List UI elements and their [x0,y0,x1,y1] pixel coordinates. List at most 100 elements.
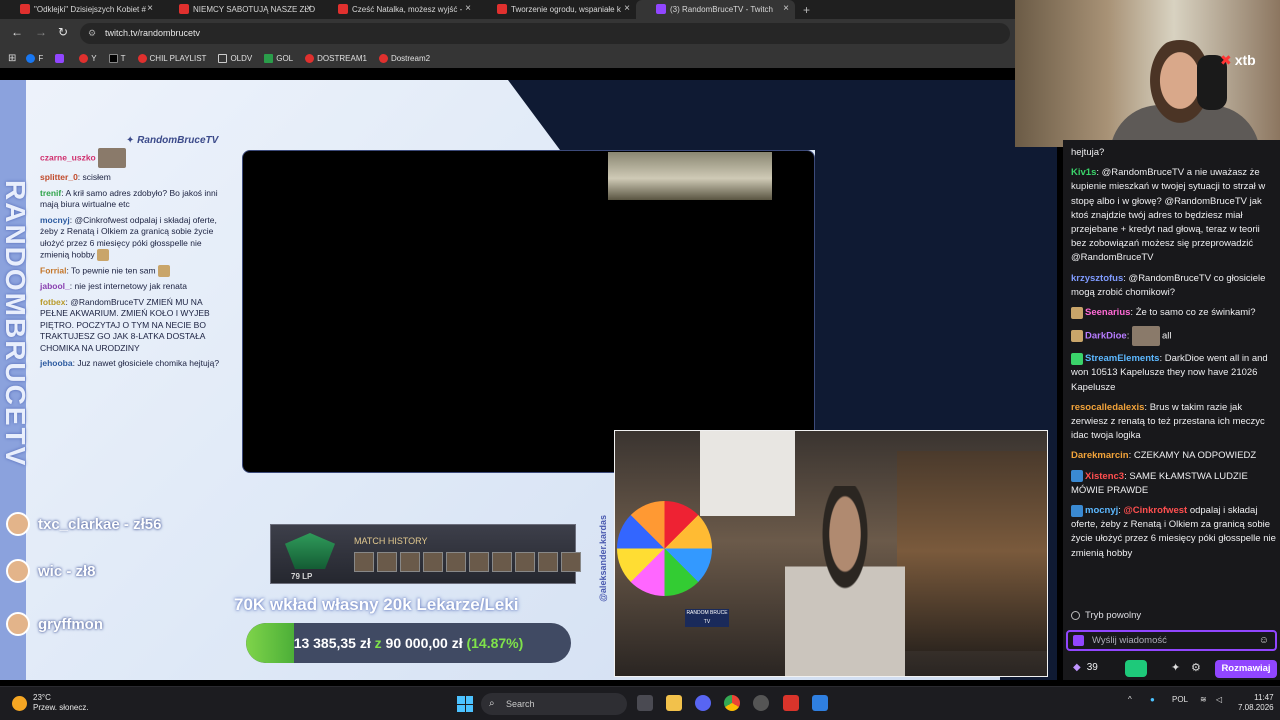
emote-icon [98,148,127,168]
overlay-chat-line: czarne_uszko [40,148,230,168]
champion-icon [469,552,489,572]
bookmark[interactable] [55,53,67,63]
slow-mode-notice: Tryb powolny [1071,610,1141,621]
avatar [6,512,30,536]
forward-icon[interactable]: → [35,25,47,39]
chat-message: Xistenc3: SAME KŁAMSTWA LUDZIE MÓWIE PRA… [1071,470,1248,496]
reaction-webcam: ✖ xtb [1015,0,1280,147]
obs-icon[interactable] [753,695,769,711]
browser-tab[interactable]: Tworzenie ogrodu, wspaniałe k × [477,0,636,19]
cam-sign: RANDOM BRUCE TV [685,609,729,627]
chat-footer: ◆ 39 ✦ ⚙ Rozmawiaj [1063,658,1280,680]
sun-icon [12,695,27,711]
champion-icon [400,552,420,572]
youtube-icon [338,4,348,14]
bookmark[interactable]: F [26,53,43,63]
bookmark[interactable]: T [108,53,126,63]
sponsor-logo: ✖ xtb [1220,52,1256,68]
chrome-icon[interactable] [724,695,740,711]
youtube-icon [137,53,147,63]
xtb-icon: ✖ [1220,52,1232,68]
emote-icon [97,249,110,261]
start-button[interactable] [457,696,473,712]
activity-icon[interactable]: ✦ [1171,661,1180,674]
file-explorer-icon[interactable] [666,695,682,711]
twitch-icon [656,4,666,14]
close-icon[interactable]: × [465,3,471,14]
streamer-webcam: RANDOM BRUCE TV [614,430,1048,677]
weather-widget[interactable]: 23°C Przew. słonecz. [12,693,89,713]
badge-icon [1071,306,1083,319]
bookmarks-bar: ⊞ F Y T CHIL PLAYLIST OLDV GOL DOSTREAM1… [0,48,1015,68]
apps-grid-icon[interactable]: ⊞ [8,53,16,64]
gol-icon [264,53,274,63]
close-icon[interactable]: × [624,3,630,14]
champion-icon [561,552,581,572]
app-icon[interactable] [812,695,828,711]
browser-tab[interactable]: Cześć Natalka, możesz wyjść - × [318,0,477,19]
site-info-icon[interactable]: ⚙ [88,23,96,44]
screen: "Odklejki" Dzisiejszych Kobiet # × NIEMCY… [0,0,1280,720]
browser-tab[interactable]: "Odklejki" Dzisiejszych Kobiet # × [0,0,159,19]
app-icon[interactable] [783,695,799,711]
overlay-chat: czarne_uszko splitter_0: scisłem trenif:… [40,148,230,374]
youtube-icon [497,4,507,14]
browser-tab[interactable]: NIEMCY SABOTUJĄ NASZE ZŁO × [159,0,318,19]
language-indicator[interactable]: POL [1172,695,1188,704]
back-icon[interactable]: ← [11,25,23,39]
close-icon[interactable]: × [783,3,789,14]
avatar [6,559,30,583]
donor-item: txc_clarkae - zł56 [6,512,161,536]
stream-video[interactable]: RANDOMBRUCETV ✦ RandomBruceTV czarne_usz… [0,80,1057,680]
address-bar-row: ← → ↻ ⚙ twitch.tv/randombrucetv [0,19,1015,48]
channel-points[interactable]: ◆ 39 [1073,662,1098,673]
prize-wheel [617,501,712,596]
chat-input[interactable]: Wyślij wiadomość ☺ [1066,630,1277,651]
champion-icon [446,552,466,572]
search-icon: ⌕ [489,698,495,709]
facebook-icon [26,53,36,63]
chat-message: Darekmarcin: CZEKAMY NA ODPOWIEDZ [1071,450,1257,462]
reload-icon[interactable]: ↻ [58,25,68,39]
donor-item: gryffmon [6,612,103,636]
chat-message: krzysztofus: @RandomBruceTV co głosiciel… [1071,272,1266,298]
background-shirt [700,431,795,516]
bookmark[interactable]: CHIL PLAYLIST [137,53,206,63]
discord-icon[interactable] [695,695,711,711]
badge-icon [1071,470,1083,483]
volume-icon[interactable]: ◁ [1216,695,1222,704]
overlay-chat-line: trenif: A krił samo adres zdobyło? Bo ja… [40,187,218,210]
chat-send-button[interactable]: Rozmawiaj [1215,660,1277,678]
champion-icon [492,552,512,572]
champion-icon [354,552,374,572]
rank-emblem-icon [285,533,335,569]
bookmark[interactable]: Y [79,53,97,63]
chat-message: Seenarius: Że to samo co ze świnkami? [1071,306,1276,320]
taskbar-search[interactable]: ⌕ Search [481,693,627,715]
wifi-icon[interactable]: ≋ [1200,695,1207,704]
chat-badge-icon[interactable] [1073,635,1084,646]
settings-gear-icon[interactable]: ⚙ [1191,661,1201,674]
goal-progress-bar: 13 385,35 zł z 90 000,00 zł (14.87%) [246,623,571,663]
bookmark[interactable]: DOSTREAM1 [305,53,367,63]
mini-video-thumbnail [608,152,772,200]
task-view-icon[interactable] [637,695,653,711]
browser-tab-active[interactable]: (3) RandomBruceTV - Twitch × [636,0,795,19]
browser-tab-bar: "Odklejki" Dzisiejszych Kobiet # × NIEMCY… [0,0,1015,19]
close-icon[interactable]: × [306,3,312,14]
bookmark[interactable]: Dostream2 [378,53,430,63]
gift-icon[interactable] [1125,660,1147,677]
bookmark[interactable]: GOL [264,53,293,63]
overlay-chat-line: jabool_: nie jest internetowy jak renata [40,281,187,291]
badge-icon [1071,330,1083,343]
youtube-icon [179,4,189,14]
emote-picker-icon[interactable]: ☺ [1259,632,1269,649]
clock[interactable]: 11:47 7.08.2026 [1238,693,1274,713]
donor-item: wic - zł8 [6,559,96,583]
tray-overflow-icon[interactable]: ^ [1128,695,1132,704]
bookmark-folder[interactable]: OLDV [218,53,252,63]
new-tab-icon[interactable]: + [803,3,810,17]
url-field[interactable]: ⚙ twitch.tv/randombrucetv [80,23,1010,44]
microphone-icon[interactable]: ● [1150,695,1155,704]
close-icon[interactable]: × [147,3,153,14]
